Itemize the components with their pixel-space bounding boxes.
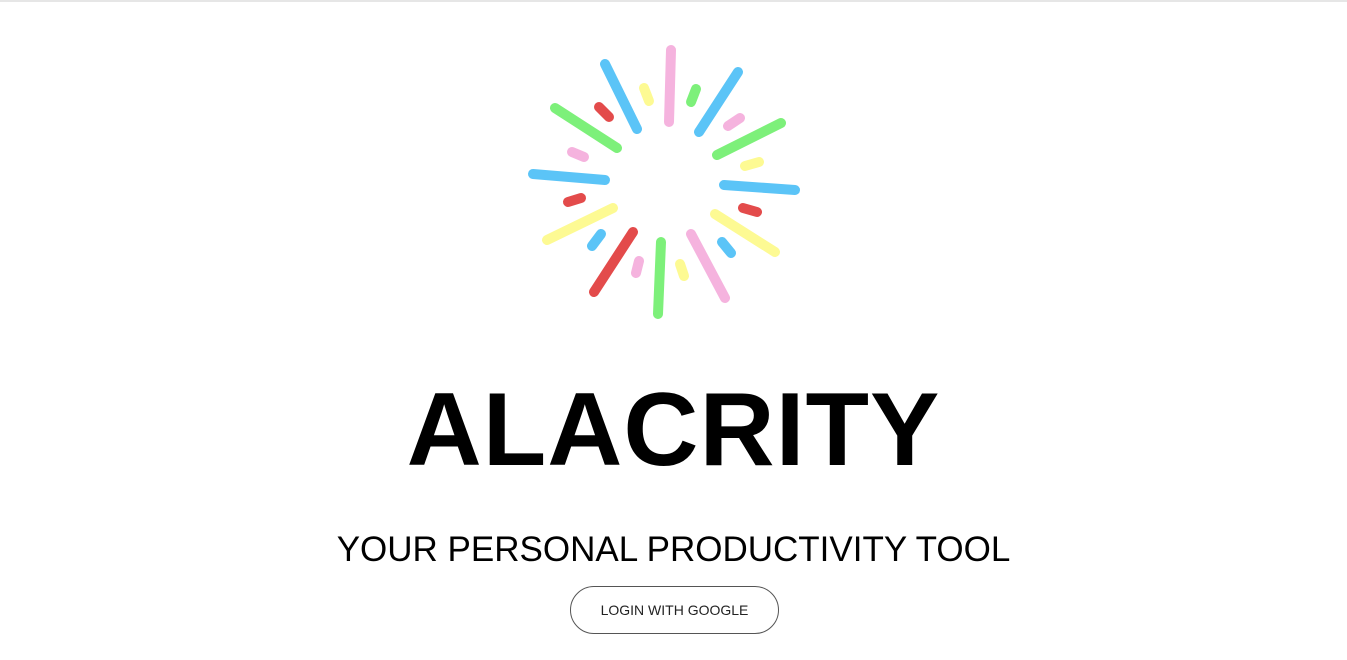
logo-ray: [587, 229, 606, 251]
burst-logo-icon: [527, 44, 805, 322]
logo-ray: [653, 237, 666, 319]
logo-ray: [675, 259, 689, 281]
login-with-google-button[interactable]: LOGIN WITH GOOGLE: [570, 586, 779, 634]
logo-ray: [723, 113, 745, 131]
logo-ray: [717, 237, 736, 258]
logo-ray: [740, 157, 764, 171]
logo-ray: [686, 84, 701, 107]
app-tagline: YOUR PERSONAL PRODUCTIVITY TOOL: [336, 530, 1011, 569]
landing-page: ALACRITY YOUR PERSONAL PRODUCTIVITY TOOL…: [0, 0, 1347, 660]
app-title: ALACRITY: [406, 372, 941, 488]
logo-ray: [594, 102, 614, 122]
logo-ray: [664, 45, 676, 127]
logo-ray: [567, 147, 589, 162]
logo-ray: [719, 180, 800, 195]
logo-ray: [631, 256, 644, 278]
logo-ray: [563, 193, 586, 207]
logo-ray: [528, 169, 610, 185]
logo-ray: [738, 203, 762, 217]
logo-ray: [639, 83, 654, 106]
